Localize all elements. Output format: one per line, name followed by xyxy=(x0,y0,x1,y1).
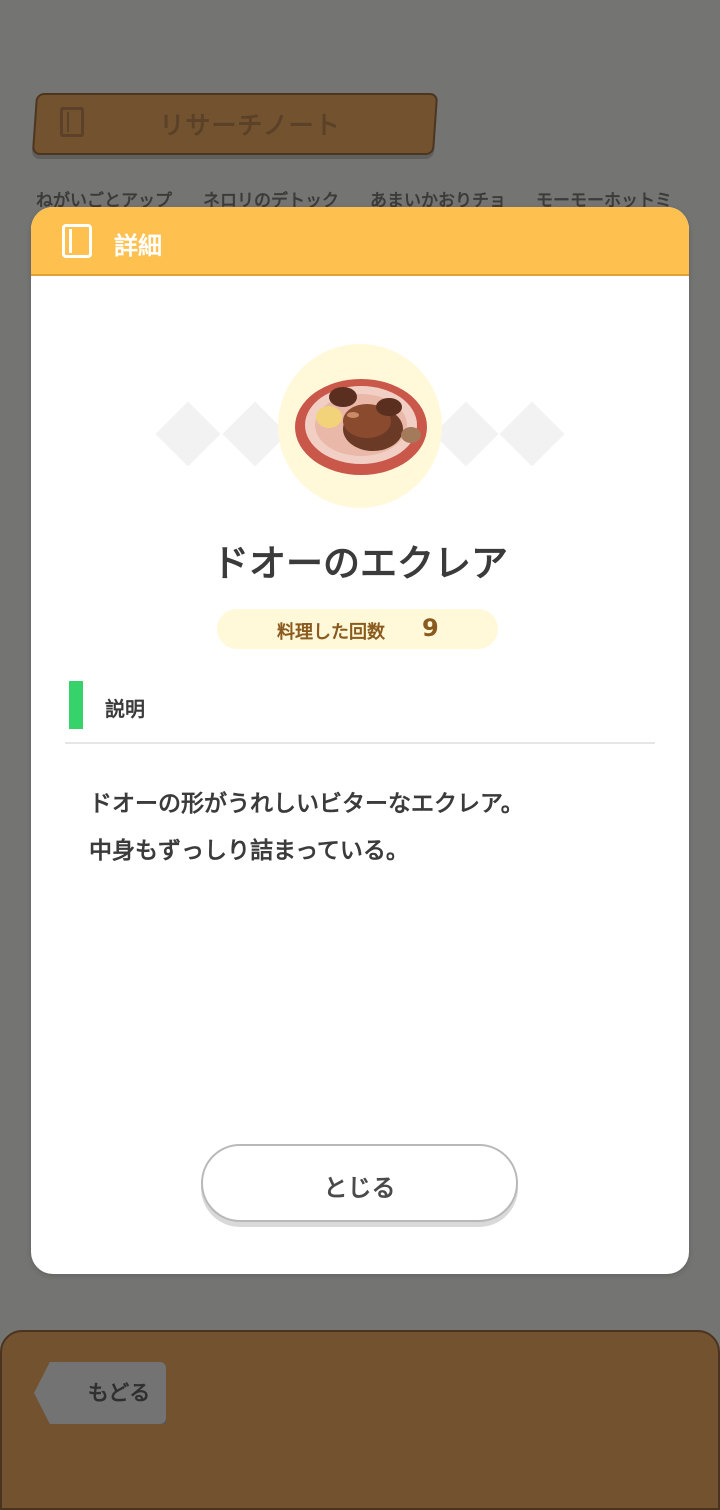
cook-count-label: 料理した回数 xyxy=(277,622,385,643)
section-accent-bar xyxy=(69,681,83,729)
modal-header: 詳細 xyxy=(31,207,689,276)
divider xyxy=(65,742,655,744)
back-button-label: もどる xyxy=(87,1381,151,1405)
back-button[interactable]: もどる xyxy=(34,1362,166,1424)
detail-modal: 詳細 ドオーのエクレア 料理した回数 9 説明 ドオーの形がうれしいビターなエク… xyxy=(31,207,689,1274)
close-button-label: とじる xyxy=(323,1174,396,1202)
cook-count-badge: 料理した回数 9 xyxy=(217,609,498,649)
research-note-title: リサーチノート xyxy=(159,111,341,140)
modal-title: 詳細 xyxy=(114,232,162,260)
eclair-dish-image xyxy=(295,379,427,475)
book-icon xyxy=(60,107,84,137)
description-heading: 説明 xyxy=(105,697,145,721)
decorative-diamond xyxy=(155,401,221,467)
description-line: ドオーの形がうれしいビターなエクレア。 xyxy=(89,791,524,817)
close-button[interactable]: とじる xyxy=(201,1144,518,1222)
food-name: ドオーのエクレア xyxy=(212,542,508,585)
book-icon xyxy=(62,224,92,258)
cook-count-value: 9 xyxy=(422,614,439,642)
decorative-diamond xyxy=(499,401,565,467)
decorative-diamond xyxy=(433,401,499,467)
description-line: 中身もずっしり詰まっている。 xyxy=(89,838,409,864)
